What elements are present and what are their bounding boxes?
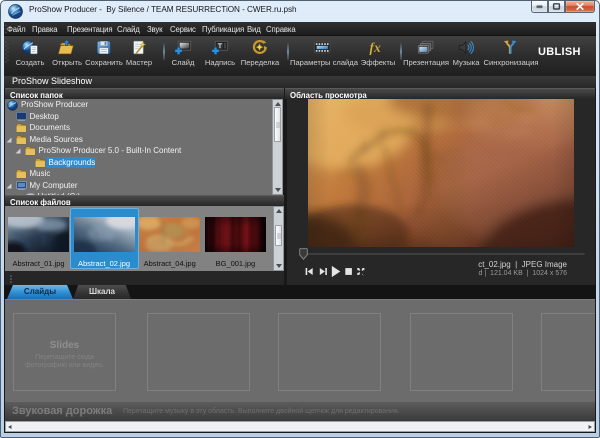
svg-text:fx: fx [370, 40, 382, 55]
